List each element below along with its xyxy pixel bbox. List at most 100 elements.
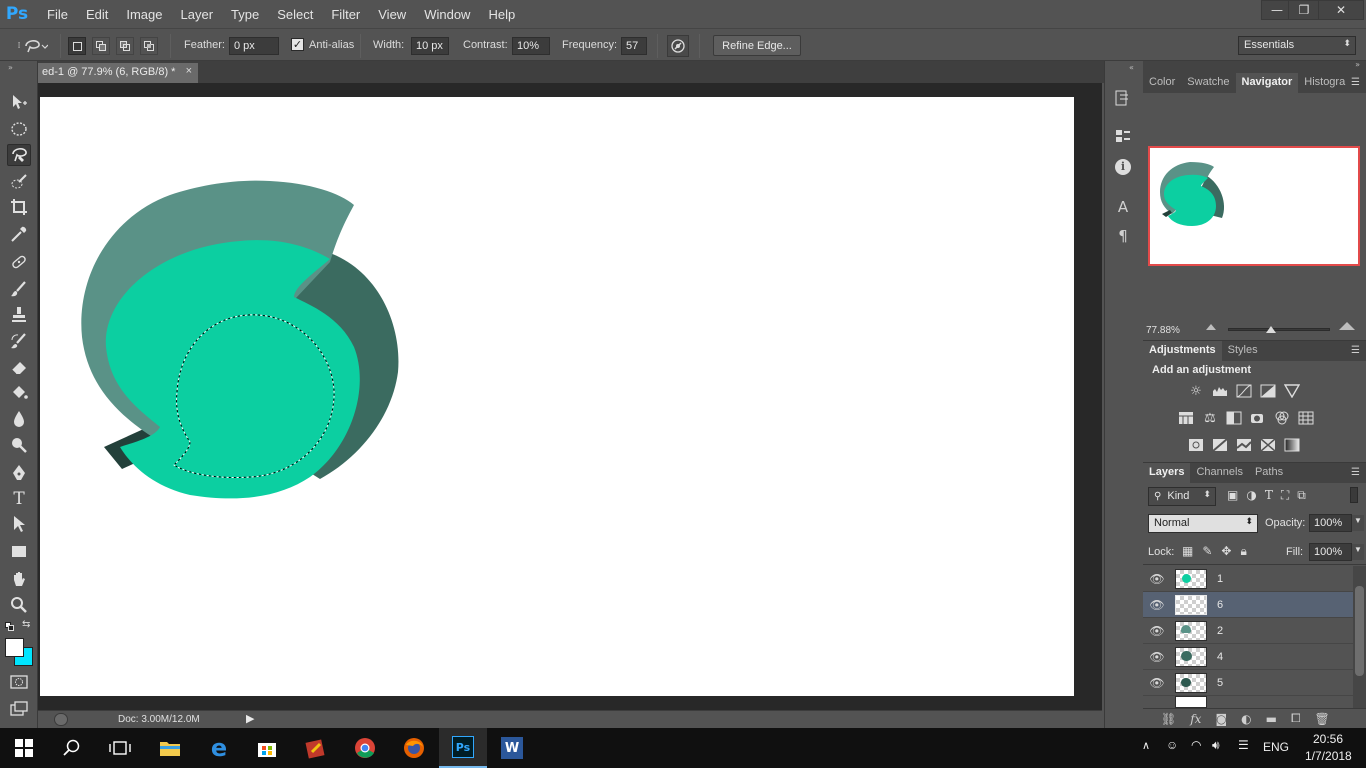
people-icon[interactable]: ☺	[1166, 738, 1178, 752]
zoom-slider-handle[interactable]	[1266, 326, 1276, 333]
healing-brush-icon[interactable]	[7, 251, 31, 273]
path-selection-icon[interactable]	[7, 513, 31, 535]
invert-icon[interactable]	[1187, 437, 1205, 453]
tab-navigator[interactable]: Navigator	[1235, 73, 1299, 93]
type-tool-icon[interactable]: T	[7, 488, 31, 510]
color-lookup-icon[interactable]	[1297, 410, 1315, 426]
layer-row[interactable]: 👁︎ 1	[1143, 566, 1353, 592]
paint-bucket-icon[interactable]	[7, 382, 31, 404]
status-menu-arrow-icon[interactable]: ▶	[246, 712, 254, 725]
menu-help[interactable]: Help	[479, 7, 524, 22]
zoom-out-icon[interactable]	[1206, 324, 1216, 330]
menu-image[interactable]: Image	[117, 7, 171, 22]
filter-adjustment-layers-icon[interactable]: ◑	[1246, 488, 1256, 503]
dodge-tool-icon[interactable]	[7, 434, 31, 456]
panel-menu-icon[interactable]: ☰	[1351, 345, 1360, 356]
curves-icon[interactable]	[1235, 383, 1253, 399]
menu-view[interactable]: View	[369, 7, 415, 22]
collapse-arrows-icon[interactable]: »	[1355, 60, 1360, 69]
clock-time[interactable]: 20:56	[1313, 732, 1343, 746]
filter-toggle[interactable]	[1350, 487, 1358, 503]
layer-style-icon[interactable]: fx	[1190, 712, 1201, 726]
levels-icon[interactable]	[1211, 383, 1229, 399]
eraser-icon[interactable]	[7, 356, 31, 378]
rectangle-tool-icon[interactable]	[7, 540, 31, 562]
zoom-tool-icon[interactable]	[7, 594, 31, 616]
lock-image-icon[interactable]: ✎	[1202, 544, 1212, 559]
new-adjustment-layer-icon[interactable]: ◐	[1241, 712, 1251, 726]
vibrance-icon[interactable]	[1283, 383, 1301, 399]
task-view-icon[interactable]	[96, 728, 144, 768]
tab-paths[interactable]: Paths	[1249, 463, 1289, 483]
filter-smart-objects-icon[interactable]: ⧉	[1297, 488, 1306, 503]
firefox-icon[interactable]	[390, 728, 438, 768]
channel-mixer-icon[interactable]	[1273, 410, 1291, 426]
scrollbar-thumb[interactable]	[1355, 586, 1364, 676]
exposure-icon[interactable]	[1259, 383, 1277, 399]
pen-tool-icon[interactable]	[7, 462, 31, 484]
chevron-down-icon[interactable]: ▼	[1352, 515, 1364, 531]
tray-chevron-up-icon[interactable]: ∧	[1142, 739, 1150, 752]
filter-pixel-layers-icon[interactable]: ▣	[1227, 488, 1238, 503]
menu-type[interactable]: Type	[222, 7, 268, 22]
layer-row[interactable]: 👁︎ 5	[1143, 670, 1353, 696]
tablet-pressure-icon[interactable]	[667, 35, 689, 57]
wifi-icon[interactable]: ◠	[1191, 738, 1201, 752]
menu-filter[interactable]: Filter	[322, 7, 369, 22]
magnetic-lasso-icon[interactable]	[7, 144, 31, 166]
selective-color-icon[interactable]	[1259, 437, 1277, 453]
screen-mode-icon[interactable]	[7, 698, 31, 720]
visibility-eye-icon[interactable]: 👁︎	[1143, 598, 1171, 612]
hue-saturation-icon[interactable]	[1177, 410, 1195, 426]
history-panel-icon[interactable]	[1111, 87, 1135, 109]
color-balance-icon[interactable]: ⚖	[1201, 410, 1219, 426]
visibility-eye-icon[interactable]: 👁︎	[1143, 572, 1171, 586]
brush-tool-icon[interactable]	[7, 278, 31, 300]
windows-start-icon[interactable]	[0, 728, 48, 768]
elliptical-marquee-icon[interactable]	[7, 118, 31, 140]
refine-edge-button[interactable]: Refine Edge...	[713, 35, 801, 56]
layer-row[interactable]: 👁︎ 6	[1143, 592, 1353, 618]
add-to-selection-icon[interactable]	[92, 37, 110, 55]
intersect-selection-icon[interactable]	[140, 37, 158, 55]
info-panel-icon[interactable]: i	[1111, 156, 1135, 178]
tab-styles[interactable]: Styles	[1222, 341, 1264, 361]
navigator-zoom-value[interactable]: 77.88%	[1146, 325, 1180, 336]
gradient-map-icon[interactable]	[1283, 437, 1301, 453]
menu-file[interactable]: File	[38, 7, 77, 22]
clock-date[interactable]: 1/7/2018	[1305, 749, 1352, 763]
opacity-input[interactable]: 100% ▼	[1309, 514, 1364, 532]
close-tab-icon[interactable]: ×	[186, 65, 192, 77]
volume-icon[interactable]: 🔊︎	[1212, 738, 1220, 753]
zoom-slider[interactable]	[1228, 328, 1330, 331]
collapse-arrows-icon[interactable]: »	[8, 63, 13, 72]
crop-tool-icon[interactable]	[7, 196, 31, 218]
lock-all-icon[interactable]: 🔒︎	[1240, 544, 1246, 559]
filter-shape-layers-icon[interactable]: ⛶	[1281, 488, 1289, 503]
restore-button[interactable]: ❐	[1288, 0, 1320, 20]
app-icon[interactable]	[292, 728, 340, 768]
chevron-down-icon[interactable]: ▼	[1352, 544, 1364, 560]
width-input[interactable]: 10 px	[411, 37, 449, 55]
properties-panel-icon[interactable]	[1111, 125, 1135, 147]
visibility-eye-icon[interactable]: 👁︎	[1143, 650, 1171, 664]
tab-swatches[interactable]: Swatche	[1181, 73, 1235, 93]
visibility-eye-icon[interactable]: 👁︎	[1143, 676, 1171, 690]
status-options-icon[interactable]	[54, 713, 68, 726]
frequency-input[interactable]: 57	[621, 37, 647, 55]
tab-histogram[interactable]: Histogra	[1298, 73, 1351, 93]
menu-layer[interactable]: Layer	[172, 7, 223, 22]
black-white-icon[interactable]	[1225, 410, 1243, 426]
contrast-input[interactable]: 10%	[512, 37, 550, 55]
chrome-icon[interactable]	[341, 728, 389, 768]
close-button[interactable]: ✕	[1318, 0, 1364, 20]
default-colors-icon[interactable]	[5, 622, 15, 631]
link-layers-icon[interactable]: ⛓	[1161, 712, 1176, 726]
new-group-icon[interactable]: ▬	[1266, 712, 1277, 726]
layer-filter-kind-select[interactable]: ⚲ Kind ⬍	[1148, 487, 1216, 506]
document-tab[interactable]: ed-1 @ 77.9% (6, RGB/8) * ×	[38, 63, 198, 83]
lock-position-icon[interactable]: ✥	[1221, 544, 1231, 559]
action-center-icon[interactable]: ☰	[1238, 738, 1249, 752]
delete-layer-icon[interactable]: 🗑︎	[1315, 712, 1330, 726]
layers-scrollbar[interactable]	[1353, 566, 1366, 708]
